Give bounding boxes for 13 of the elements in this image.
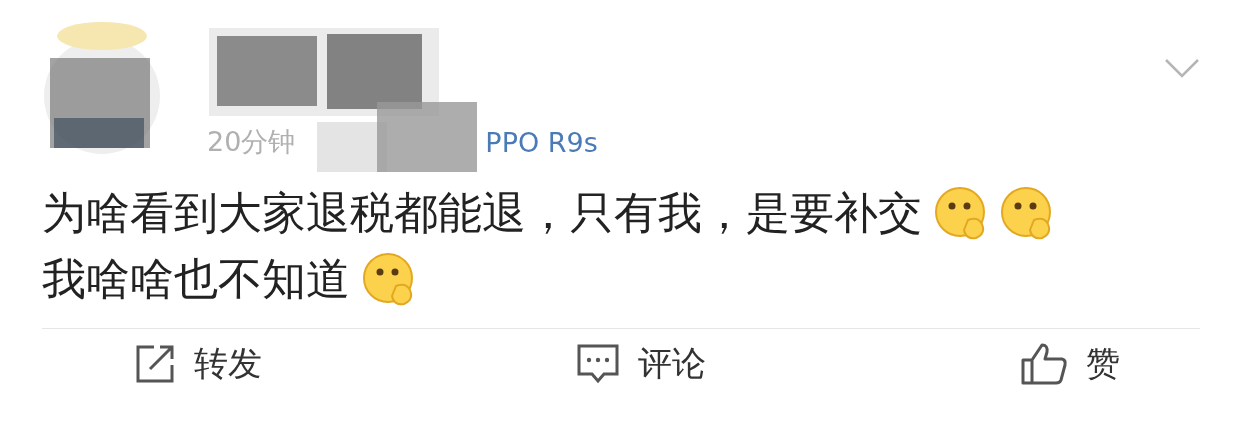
- thumbs-up-icon: [1020, 342, 1068, 386]
- share-icon: [134, 343, 176, 385]
- source-link[interactable]: PPO R9s: [485, 126, 598, 158]
- thinking-emoji-icon: [1000, 186, 1054, 240]
- action-button[interactable]: 转发: [134, 341, 262, 387]
- thinking-emoji-icon: [362, 252, 416, 306]
- post-time: 20分钟: [207, 125, 296, 159]
- comment-icon: [576, 343, 620, 385]
- action-button[interactable]: 评论: [576, 341, 706, 387]
- post-text: 我啥啥也不知道: [42, 251, 350, 306]
- thinking-emoji-icon: [934, 186, 988, 240]
- post-text: 为啥看到大家退税都能退，只有我，是要补交: [42, 185, 922, 240]
- action-button[interactable]: 赞: [1020, 341, 1120, 387]
